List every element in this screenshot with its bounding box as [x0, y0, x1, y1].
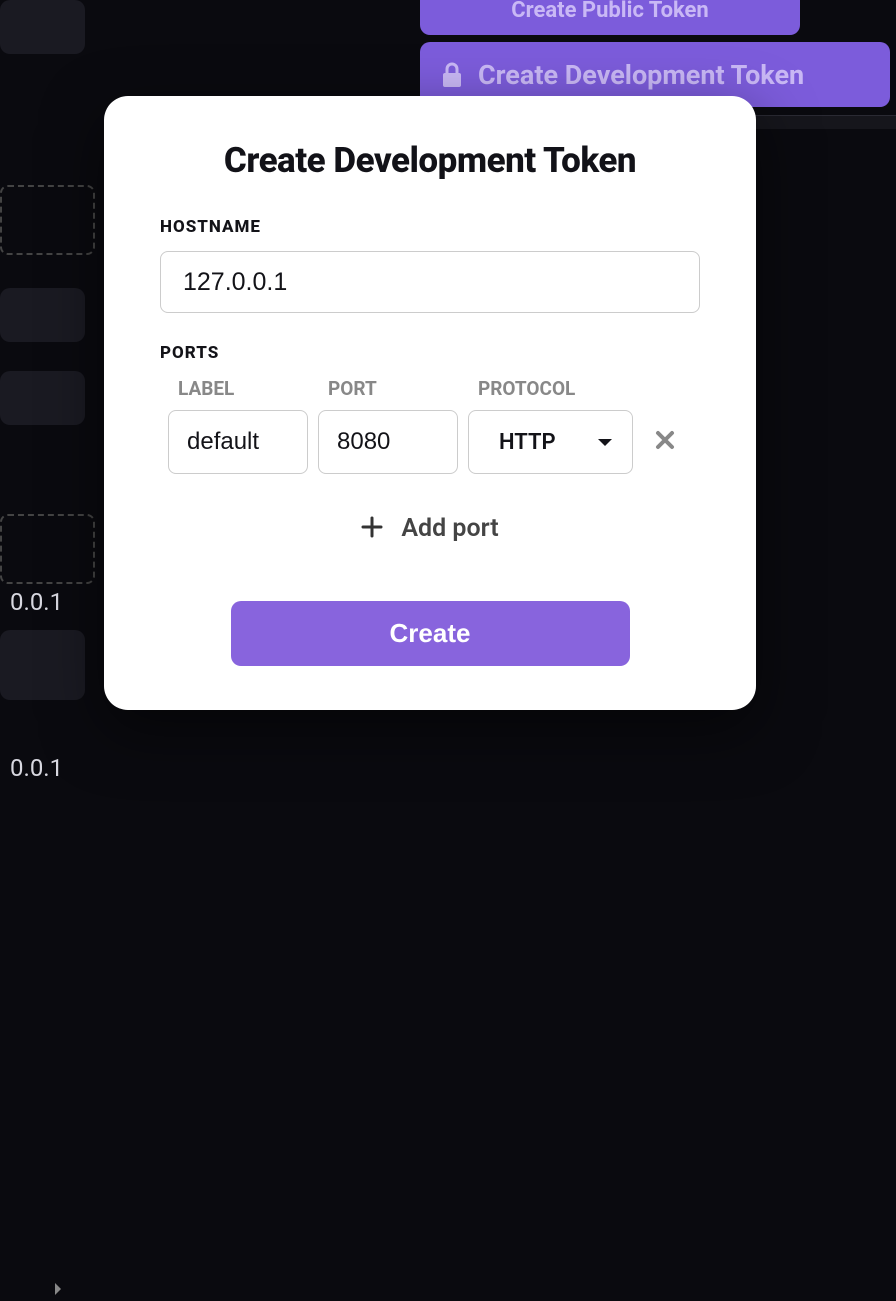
ip-fragment: 0.0.1 — [10, 588, 63, 616]
protocol-value: HTTP — [499, 430, 556, 455]
hostname-input[interactable] — [160, 251, 700, 313]
dashed-slot — [0, 185, 95, 255]
button-label: Create Development Token — [478, 59, 804, 91]
ports-label: PORTS — [160, 343, 700, 363]
sidebar-card[interactable]: 0.0.1 — [0, 288, 85, 342]
add-port-button[interactable]: Add port — [160, 514, 700, 543]
create-token-modal: Create Development Token HOSTNAME PORTS … — [104, 96, 756, 710]
column-label-header: LABEL — [178, 377, 318, 400]
dashed-slot — [0, 514, 95, 584]
column-port-header: PORT — [328, 377, 468, 400]
protocol-select[interactable]: HTTP — [468, 410, 633, 474]
sidebar-card — [0, 0, 85, 54]
ip-fragment: 0.0.1 — [10, 754, 63, 782]
hostname-field: HOSTNAME — [160, 217, 700, 313]
chevron-right-icon — [52, 1281, 64, 1301]
create-button-label: Create — [390, 618, 471, 648]
sidebar-card[interactable] — [0, 630, 85, 700]
chevron-down-icon — [596, 430, 614, 455]
port-number-input[interactable] — [318, 410, 458, 474]
lock-icon — [440, 61, 464, 89]
ports-section: PORTS LABEL PORT PROTOCOL HTTP — [160, 343, 700, 543]
column-protocol-header: PROTOCOL — [478, 377, 638, 400]
modal-title: Create Development Token — [160, 140, 700, 181]
sidebar-card[interactable]: 0.0.1 — [0, 371, 85, 425]
remove-port-button[interactable] — [653, 428, 677, 456]
ports-column-headers: LABEL PORT PROTOCOL — [160, 377, 700, 400]
create-button[interactable]: Create — [231, 601, 630, 666]
create-public-token-button[interactable]: Create Public Token — [420, 0, 800, 35]
plus-icon — [361, 516, 383, 542]
add-port-label: Add port — [401, 514, 498, 543]
button-label: Create Public Token — [511, 0, 709, 23]
port-row: HTTP — [160, 410, 700, 474]
hostname-label: HOSTNAME — [160, 217, 700, 237]
port-label-input[interactable] — [168, 410, 308, 474]
